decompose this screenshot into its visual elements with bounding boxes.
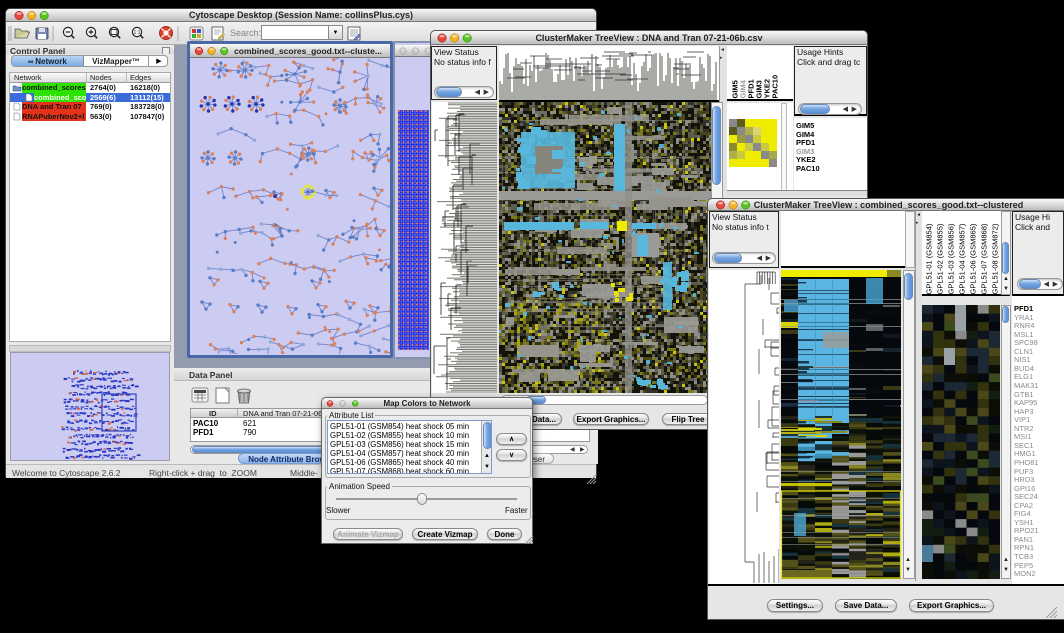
svg-text:Search:: Search:	[230, 28, 261, 38]
svg-text:1:1: 1:1	[134, 30, 141, 36]
